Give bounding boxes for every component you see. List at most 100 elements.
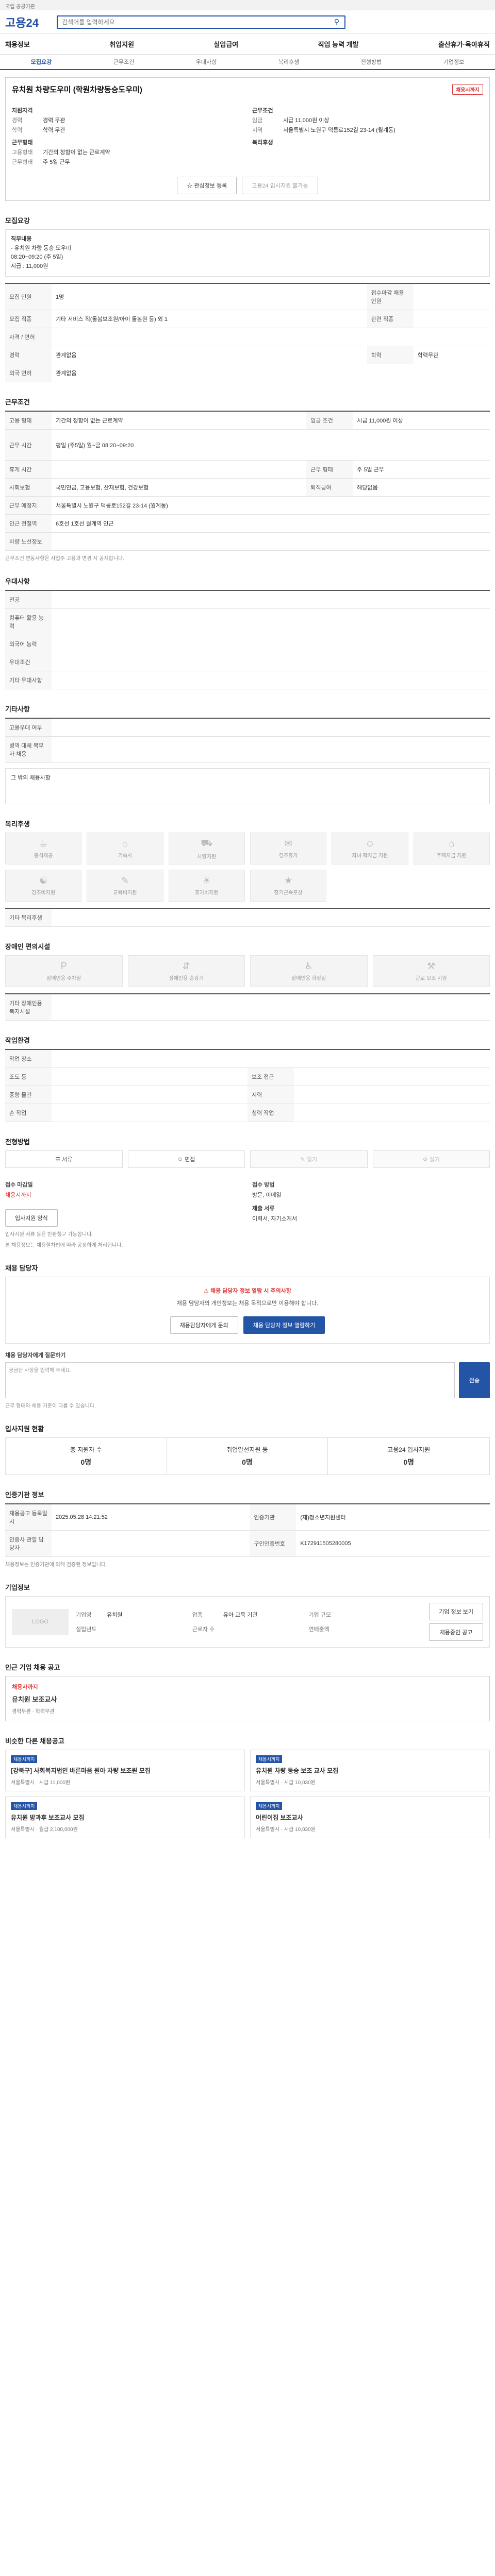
facility-label: 장애인용 승강기 bbox=[169, 976, 204, 982]
similar-item[interactable]: 채용시까지 유치원 차량 동승 보조 교사 모집 서울특별시 · 시급 10,030… bbox=[250, 1750, 490, 1792]
row-value bbox=[294, 1086, 490, 1105]
nav-item[interactable]: 취업지원 bbox=[109, 39, 134, 49]
table-row: 우대조건 bbox=[5, 653, 490, 672]
job-title-row: 유치원 차량도우미 (학원차량동승도우미) 채용시까지 bbox=[12, 84, 483, 95]
facility-item: ⚒ 근로 보조 지원 bbox=[372, 955, 490, 988]
applicants-stats: 총 지원자 수 0명 취업알선지원 등 0명 고용24 입사지원 0명 bbox=[5, 1437, 490, 1476]
tab-conditions[interactable]: 근무조건 bbox=[82, 58, 165, 66]
row-value: 관계없음 bbox=[52, 364, 490, 383]
tab-company[interactable]: 기업정보 bbox=[412, 58, 495, 66]
similar-item[interactable]: 채용시까지 유치원 방과후 보조교사 모집 서울특별시 · 월급 2,100,000… bbox=[5, 1797, 245, 1839]
tab-selection[interactable]: 전형방법 bbox=[330, 58, 412, 66]
preferred-title: 우대사항 bbox=[5, 578, 30, 586]
location-label: 지역 bbox=[252, 127, 263, 133]
conditions-note: 근무조건 변동사항은 사업주 고용과 변경 시 공지합니다. bbox=[5, 556, 125, 562]
tab-welfare[interactable]: 복리후생 bbox=[248, 58, 330, 66]
tab-preferred[interactable]: 우대사항 bbox=[165, 58, 248, 66]
interest-button[interactable]: ☆ 관심정보 등록 bbox=[177, 177, 237, 194]
table-row: 차량 노선정보 bbox=[5, 532, 490, 551]
similar-section: 비슷한 다른 채용공고 채용시까지 [강북구] 사회복지법인 바른마음 원아 차량… bbox=[0, 1728, 495, 1845]
welfare-label: 경조비지원 bbox=[31, 890, 56, 896]
row-value bbox=[52, 532, 490, 551]
nav-item[interactable]: 직업 능력 개발 bbox=[318, 39, 359, 49]
row-label: 외국어 능력 bbox=[5, 635, 52, 654]
nearby-title: 인근 기업 채용 공고 bbox=[5, 1664, 60, 1672]
table-row: 모집 직종 기타 서비스 직(돌봄보조원/아이 돌봄원 등) 외 1 관련 직종 bbox=[5, 310, 490, 329]
table-row: 자격 / 면허 bbox=[5, 328, 490, 347]
company-label: 설립년도 bbox=[76, 1626, 97, 1633]
welfare-head: 복리후생 bbox=[252, 140, 273, 146]
gift-icon: ✉ bbox=[284, 838, 292, 849]
contact-view-button[interactable]: 채용 담당자 정보 열람하기 bbox=[243, 1316, 325, 1334]
row-label: 인증기관 bbox=[250, 1504, 296, 1531]
row-label: 기타 우대사항 bbox=[5, 671, 52, 690]
similar-tag: 채용시까지 bbox=[11, 1755, 38, 1764]
row-value bbox=[294, 1104, 490, 1123]
car-icon: ⛟ bbox=[201, 837, 213, 848]
apply-info: 접수 마감일 채용시까지 입사지원 양식 접수 방법 방문, 이메일 제출 서류… bbox=[5, 1176, 490, 1227]
apply-form-button[interactable]: 입사지원 양식 bbox=[5, 1209, 58, 1227]
row-label: 퇴직급여 bbox=[306, 478, 353, 497]
similar-item[interactable]: 채용시까지 어린이집 보조교사 서울특별시 · 시급 10,030원 bbox=[250, 1797, 490, 1839]
row-label: 고용 형태 bbox=[5, 411, 52, 430]
worktype-label: 고용형태 bbox=[12, 149, 33, 156]
company-logo: LOGO bbox=[12, 1609, 69, 1635]
trophy-icon: ★ bbox=[284, 875, 293, 886]
stat-value: 0명 bbox=[242, 1458, 253, 1467]
search-input[interactable] bbox=[58, 16, 329, 28]
conditions-section: 근무조건 고용 형태 기간의 정함이 없는 근로계약 임금 조건 시급 11,000원… bbox=[0, 389, 495, 569]
row-value bbox=[52, 908, 490, 927]
contact-actions: 채용담당자에게 문의 채용 담당자 정보 열람하기 bbox=[15, 1316, 480, 1334]
row-value: 관계없음 bbox=[52, 346, 367, 365]
job-title: 유치원 차량도우미 (학원차량동승도우미) bbox=[12, 86, 142, 94]
company-detail-button[interactable]: 기업 정보 보기 bbox=[429, 1603, 483, 1621]
star-icon: ☆ bbox=[187, 183, 193, 189]
similar-grid: 채용시까지 [강북구] 사회복지법인 바른마음 원아 차량 보조원 모집 서울특별시… bbox=[5, 1750, 490, 1839]
contact-note: 근무 형태와 채용 기준이 다를 수 있습니다. bbox=[5, 1403, 96, 1410]
tab-recruit[interactable]: 모집요강 bbox=[0, 58, 82, 66]
contact-title: 채용 담당자 bbox=[5, 1264, 38, 1273]
site-logo[interactable]: 고용24 bbox=[5, 14, 57, 30]
inquiry-textarea[interactable]: 궁금한 사항을 입력해 주세요. bbox=[5, 1362, 455, 1399]
facility-section: 장애인 편의시설 P 장애인용 주차장 ⇵ 장애인용 승강기 ♿ 장애인용 화장실 ⚒… bbox=[0, 934, 495, 1028]
stat-online: 고용24 입사지원 0명 bbox=[328, 1438, 489, 1475]
row-value: 해당없음 bbox=[353, 478, 490, 497]
selection-section: 전형방법 ☰ 서류 ☺ 면접 ✎ 필기 ⚙ 실기 접수 마감일 채용시까지 입사… bbox=[0, 1129, 495, 1256]
row-value: 시급 11,000원 이상 bbox=[353, 411, 490, 430]
etc-box-head: 그 밖의 채용사항 bbox=[11, 775, 51, 782]
company-jobs-button[interactable]: 채용중인 공고 bbox=[429, 1623, 483, 1641]
workday-label: 근무형태 bbox=[12, 159, 33, 165]
nav-item[interactable]: 실업급여 bbox=[213, 39, 238, 49]
row-value: 기간의 정함이 없는 근로계약 bbox=[52, 411, 307, 430]
how-value: 방문, 이메일 bbox=[252, 1192, 282, 1199]
vacation-icon: ☀ bbox=[202, 875, 211, 886]
similar-item[interactable]: 채용시까지 [강북구] 사회복지법인 바른마음 원아 차량 보조원 모집 서울특별시… bbox=[5, 1750, 245, 1792]
table-row: 고용 형태 기간의 정함이 없는 근로계약 임금 조건 시급 11,000원 이상 bbox=[5, 411, 490, 430]
nearby-card[interactable]: 채용사까지 유치원 보조교사 경력무관 · 학력무관 bbox=[5, 1676, 490, 1722]
career-value: 경력 무관 bbox=[43, 117, 65, 124]
desc-head: 직무내용 bbox=[11, 236, 32, 242]
nav-item[interactable]: 채용정보 bbox=[5, 39, 30, 49]
row-label: 손 작업 bbox=[5, 1104, 52, 1123]
parking-icon: P bbox=[60, 961, 67, 972]
worktype-head: 근무형태 bbox=[12, 140, 33, 146]
header: 고용24 ⚲ bbox=[0, 10, 495, 34]
row-value bbox=[52, 671, 490, 690]
nearby-job-title: 유치원 보조교사 bbox=[12, 1696, 57, 1704]
career-label: 경력 bbox=[12, 117, 23, 124]
welfare-label: 휴가비지원 bbox=[194, 890, 219, 896]
row-value: 평일 (주5일) 월~금 08:20~09:20 bbox=[52, 429, 490, 461]
company-label: 업종 bbox=[192, 1612, 203, 1619]
inquiry-send-button[interactable]: 전송 bbox=[459, 1362, 490, 1399]
period-col: 접수 마감일 채용시까지 입사지원 양식 bbox=[5, 1176, 243, 1227]
search-icon[interactable]: ⚲ bbox=[329, 18, 344, 26]
conditions-head: 근무조건 bbox=[252, 108, 273, 114]
row-label: 근무 예정지 bbox=[5, 496, 52, 515]
row-value bbox=[52, 736, 490, 764]
nav-item[interactable]: 출산휴가·육아휴직 bbox=[438, 39, 490, 49]
contact-inquiry-button[interactable]: 채용담당자에게 문의 bbox=[170, 1316, 238, 1334]
apply-button[interactable]: 고용24 입사지원 불가능 bbox=[242, 177, 318, 194]
desc-line: 시급 : 11,000원 bbox=[11, 263, 48, 269]
row-label: 시력 bbox=[248, 1086, 294, 1105]
company-label: 근로자 수 bbox=[192, 1626, 215, 1633]
